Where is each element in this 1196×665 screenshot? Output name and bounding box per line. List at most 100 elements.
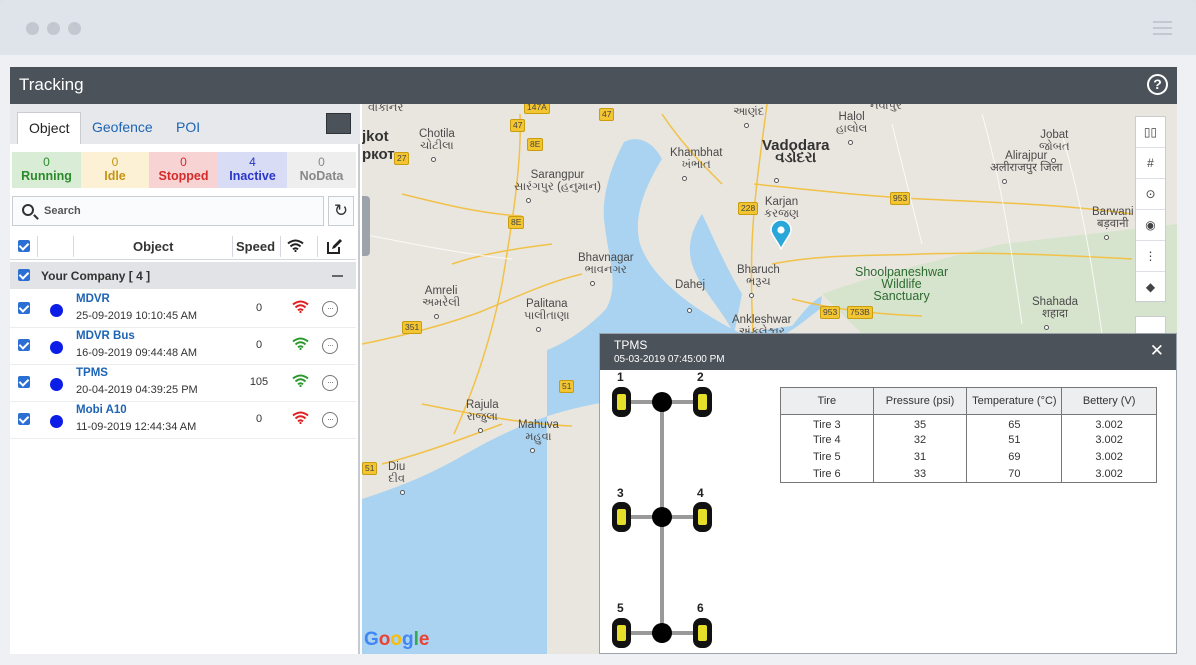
tab-poi[interactable]: POI	[165, 112, 211, 144]
place-dot-icon	[536, 327, 541, 332]
close-icon[interactable]: ✕	[1150, 341, 1164, 361]
tire-3-icon[interactable]	[612, 502, 631, 532]
place-local-name: ખંભાત	[681, 159, 711, 171]
tire-cell: 51	[966, 431, 1063, 449]
row-checkbox[interactable]	[18, 339, 30, 351]
object-name[interactable]: MDVR	[76, 293, 110, 305]
select-all-checkbox[interactable]	[18, 240, 30, 252]
map-place-label: Anandઆણંદ	[732, 104, 765, 118]
map-place-label: Diu દીવ	[388, 461, 405, 485]
status-nodata[interactable]: 0 NoData	[287, 152, 356, 188]
road-shield: 47	[510, 119, 526, 132]
window-dot-icon[interactable]	[26, 22, 39, 35]
map-place-label: jkot	[362, 128, 389, 145]
panel-toggle-button[interactable]	[326, 113, 351, 134]
status-idle[interactable]: 0 Idle	[81, 152, 149, 188]
tire-5-icon[interactable]	[612, 618, 631, 648]
row-checkbox[interactable]	[18, 302, 30, 314]
map-marker-icon[interactable]	[769, 220, 793, 250]
search-box[interactable]: Search	[12, 196, 324, 226]
object-name[interactable]: Mobi A10	[76, 404, 127, 416]
refresh-button[interactable]: ↻	[328, 196, 354, 226]
road-shield: 753B	[847, 306, 873, 319]
map-place-label: Chotila ચોટીલા	[419, 128, 455, 152]
column-speed[interactable]: Speed	[236, 239, 275, 254]
help-icon[interactable]: ?	[1147, 74, 1168, 95]
group-row[interactable]: Your Company [ 4 ]	[10, 262, 356, 289]
traffic-light-icon[interactable]: ⋮	[1136, 241, 1165, 272]
map-park-label: Shoolpaneshwar Wildlife Sanctuary	[855, 265, 949, 303]
object-name[interactable]: TPMS	[76, 367, 108, 379]
collapse-panel-handle[interactable]	[362, 196, 370, 256]
tire-cell: 3.002	[1061, 414, 1157, 432]
map-place-label: Khambhat ખંભાત	[670, 147, 722, 171]
table-row[interactable]: MDVR 25-09-2019 10:10:45 AM 0 ···	[10, 291, 356, 328]
status-dot-icon	[50, 378, 63, 391]
map-place-label: Sarangpur સારંગપુર (હનુમાન)	[514, 169, 601, 193]
table-row[interactable]: MDVR Bus 16-09-2019 09:44:48 AM 0 ···	[10, 328, 356, 365]
row-checkbox[interactable]	[18, 413, 30, 425]
object-speed: 0	[255, 339, 263, 351]
group-checkbox[interactable]	[18, 269, 30, 281]
more-options-icon[interactable]: ···	[322, 338, 338, 354]
map-place-label: Mahuva મહુવા	[518, 419, 559, 443]
status-stopped[interactable]: 0 Stopped	[149, 152, 218, 188]
more-options-icon[interactable]: ···	[322, 412, 338, 428]
more-options-icon[interactable]: ···	[322, 301, 338, 317]
grid-icon[interactable]: #	[1136, 148, 1165, 179]
tire-6-icon[interactable]	[693, 618, 712, 648]
tire-table-header: Tire Pressure (psi) Temperature (°C) Bet…	[780, 387, 1157, 415]
tag-icon[interactable]: ◆	[1136, 272, 1165, 303]
map-place-label: વાંકાનેર	[368, 104, 404, 114]
map-place-label: Barwani बड़वानी	[1092, 206, 1134, 230]
tire-label: 4	[697, 486, 704, 500]
status-count: 0	[318, 155, 325, 169]
tire-column-header: Pressure (psi)	[872, 387, 968, 415]
hamburger-menu-icon[interactable]	[1153, 21, 1172, 35]
row-checkbox[interactable]	[18, 376, 30, 388]
place-name: Bharuch	[737, 264, 780, 276]
place-name: Sarangpur	[530, 169, 585, 181]
map-place-label: Rajula રાજુલા	[466, 399, 499, 423]
tab-object[interactable]: Object	[17, 112, 82, 144]
table-row[interactable]: Mobi A10 11-09-2019 12:44:34 AM 0 ···	[10, 402, 356, 439]
more-options-icon[interactable]: ···	[322, 375, 338, 391]
status-count: 4	[249, 155, 256, 169]
map-place-label: Karjan કરજણ	[764, 196, 799, 220]
status-inactive[interactable]: 4 Inactive	[218, 152, 287, 188]
tire-2-icon[interactable]	[693, 387, 712, 417]
map-view[interactable]: વાંકાનેર jkot ркот નવાપુર Vadodara વડોદરા…	[362, 104, 1177, 654]
road-shield: 953	[820, 306, 841, 319]
window-dot-icon[interactable]	[68, 22, 81, 35]
edit-icon[interactable]	[326, 238, 343, 255]
place-local-name: સારંગપુર (હનુમાન)	[514, 181, 601, 193]
tire-cell: 65	[966, 414, 1063, 432]
place-dot-icon	[530, 448, 535, 453]
map-place-label: નવાપુર	[870, 104, 902, 112]
tire-cell: 31	[872, 448, 968, 466]
column-object[interactable]: Object	[133, 239, 173, 254]
status-running[interactable]: 0 Running	[12, 152, 81, 188]
tire-row: Tire 3 35 65 3.002	[780, 414, 1157, 432]
tire-1-icon[interactable]	[612, 387, 631, 417]
object-name[interactable]: MDVR Bus	[76, 330, 135, 342]
map-place-label: ркот	[362, 146, 395, 163]
location-pin-icon[interactable]: ⊙	[1136, 179, 1165, 210]
place-local-name: ભાવનગર	[584, 264, 627, 276]
table-row[interactable]: TPMS 20-04-2019 04:39:25 PM 105 ···	[10, 365, 356, 402]
tire-4-icon[interactable]	[693, 502, 712, 532]
tire-cell: 33	[872, 465, 968, 483]
window-dot-icon[interactable]	[47, 22, 60, 35]
poi-icon[interactable]: ◉	[1136, 210, 1165, 241]
search-input[interactable]: Search	[44, 205, 81, 217]
map-layer-icon[interactable]: ▯▯	[1136, 117, 1165, 148]
place-name: Jobat	[1040, 129, 1069, 141]
place-local-name: અમરેલી	[422, 297, 461, 309]
place-name: Dahej	[675, 279, 706, 291]
collapse-group-icon[interactable]	[332, 275, 343, 277]
tab-bar: Object Geofence POI	[10, 104, 360, 144]
tab-geofence[interactable]: Geofence	[81, 112, 164, 144]
tire-cell: Tire 5	[780, 448, 874, 466]
place-local-name: ચોટીલા	[420, 140, 454, 152]
place-name: Chotila	[419, 128, 455, 140]
